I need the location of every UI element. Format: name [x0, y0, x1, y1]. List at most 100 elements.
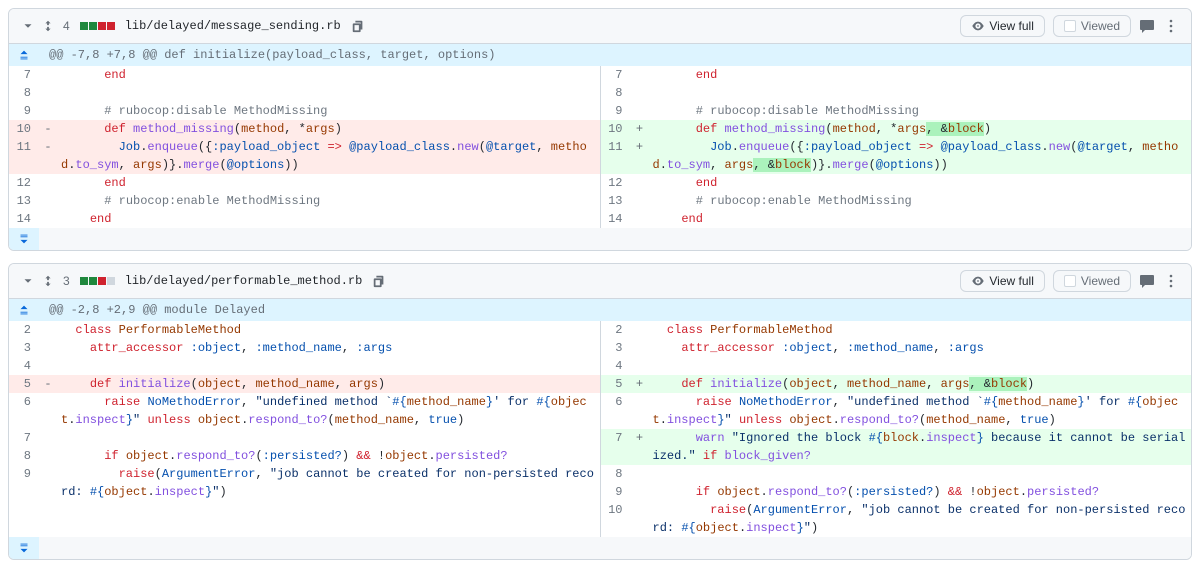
line-number[interactable]: 7 — [9, 429, 39, 447]
code-content[interactable]: def method_missing(method, *args) — [57, 120, 600, 138]
line-number[interactable]: 9 — [9, 102, 39, 120]
line-number[interactable]: 8 — [9, 447, 39, 465]
code-content[interactable]: # rubocop:enable MethodMissing — [57, 192, 600, 210]
chevron-down-icon[interactable] — [21, 274, 35, 288]
unfold-icon[interactable] — [41, 19, 55, 33]
code-content[interactable] — [649, 84, 1192, 102]
diff-marker — [631, 465, 649, 483]
line-number[interactable]: 8 — [9, 84, 39, 102]
code-content[interactable]: raise(ArgumentError, "job cannot be crea… — [649, 501, 1192, 537]
line-number[interactable]: 12 — [601, 174, 631, 192]
code-content[interactable]: end — [649, 210, 1192, 228]
kebab-icon[interactable] — [1163, 273, 1179, 289]
code-content[interactable]: raise(ArgumentError, "job cannot be crea… — [57, 465, 600, 501]
line-number[interactable]: 11 — [9, 138, 39, 174]
line-number[interactable]: 10 — [601, 120, 631, 138]
code-content[interactable]: attr_accessor :object, :method_name, :ar… — [57, 339, 600, 357]
diff-marker — [631, 483, 649, 501]
diff-marker — [39, 192, 57, 210]
line-number[interactable]: 7 — [601, 66, 631, 84]
diff-marker — [39, 339, 57, 357]
code-content[interactable]: end — [57, 66, 600, 84]
code-content[interactable]: # rubocop:enable MethodMissing — [649, 192, 1192, 210]
line-number[interactable]: 9 — [9, 465, 39, 501]
code-content[interactable]: Job.enqueue({:payload_object => @payload… — [649, 138, 1192, 174]
code-content[interactable]: if object.respond_to?(:persisted?) && !o… — [649, 483, 1192, 501]
viewed-toggle[interactable]: Viewed — [1053, 270, 1131, 292]
diff-left-side: 7 end 8 9 # rubocop:disable MethodMissin… — [9, 66, 601, 228]
comment-icon[interactable] — [1139, 18, 1155, 34]
line-number[interactable]: 4 — [9, 357, 39, 375]
viewed-toggle[interactable]: Viewed — [1053, 15, 1131, 37]
unfold-icon[interactable] — [41, 274, 55, 288]
file-path[interactable]: lib/delayed/message_sending.rb — [125, 19, 341, 33]
code-row: 14 end — [9, 210, 600, 228]
view-full-button[interactable]: View full — [960, 270, 1044, 292]
expand-down-button[interactable] — [9, 537, 39, 559]
line-number[interactable]: 5 — [601, 375, 631, 393]
line-number[interactable]: 12 — [9, 174, 39, 192]
code-content[interactable]: warn "Ignored the block #{block.inspect}… — [649, 429, 1192, 465]
view-full-button[interactable]: View full — [960, 15, 1044, 37]
code-content[interactable] — [57, 357, 600, 375]
line-number[interactable]: 5 — [9, 375, 39, 393]
code-content[interactable] — [57, 429, 600, 447]
code-content[interactable]: class PerformableMethod — [57, 321, 600, 339]
copy-icon[interactable] — [351, 19, 365, 33]
expand-up-button[interactable] — [9, 299, 39, 321]
code-content[interactable]: end — [57, 210, 600, 228]
line-number[interactable]: 7 — [601, 429, 631, 465]
code-content[interactable] — [649, 357, 1192, 375]
code-content[interactable] — [57, 84, 600, 102]
line-number[interactable]: 8 — [601, 84, 631, 102]
code-row: 12 end — [601, 174, 1192, 192]
diff-marker — [39, 210, 57, 228]
code-row: 2 class PerformableMethod — [9, 321, 600, 339]
code-content[interactable]: def initialize(object, method_name, args… — [57, 375, 600, 393]
file-path[interactable]: lib/delayed/performable_method.rb — [125, 274, 363, 288]
code-content[interactable]: def method_missing(method, *args, &block… — [649, 120, 1192, 138]
code-row: 5 - def initialize(object, method_name, … — [9, 375, 600, 393]
line-number[interactable]: 9 — [601, 102, 631, 120]
expand-down-button[interactable] — [9, 228, 39, 250]
code-content[interactable]: end — [57, 174, 600, 192]
line-number[interactable]: 14 — [9, 210, 39, 228]
code-content[interactable]: # rubocop:disable MethodMissing — [57, 102, 600, 120]
line-number[interactable]: 9 — [601, 483, 631, 501]
copy-icon[interactable] — [372, 274, 386, 288]
code-content[interactable]: end — [649, 174, 1192, 192]
code-content[interactable]: raise NoMethodError, "undefined method `… — [57, 393, 600, 429]
code-row: 7 — [9, 429, 600, 447]
line-number[interactable]: 2 — [9, 321, 39, 339]
line-number[interactable]: 14 — [601, 210, 631, 228]
code-content[interactable]: attr_accessor :object, :method_name, :ar… — [649, 339, 1192, 357]
line-number[interactable]: 10 — [601, 501, 631, 537]
code-content[interactable]: end — [649, 66, 1192, 84]
code-content[interactable]: def initialize(object, method_name, args… — [649, 375, 1192, 393]
line-number[interactable]: 4 — [601, 357, 631, 375]
line-number[interactable]: 13 — [601, 192, 631, 210]
code-content[interactable]: Job.enqueue({:payload_object => @payload… — [57, 138, 600, 174]
line-number[interactable]: 10 — [9, 120, 39, 138]
code-content[interactable]: # rubocop:disable MethodMissing — [649, 102, 1192, 120]
line-number[interactable]: 13 — [9, 192, 39, 210]
kebab-icon[interactable] — [1163, 18, 1179, 34]
line-number[interactable]: 8 — [601, 465, 631, 483]
code-content[interactable] — [649, 465, 1192, 483]
comment-icon[interactable] — [1139, 273, 1155, 289]
line-number[interactable]: 11 — [601, 138, 631, 174]
line-number[interactable]: 6 — [601, 393, 631, 429]
line-number[interactable]: 3 — [9, 339, 39, 357]
line-number[interactable]: 2 — [601, 321, 631, 339]
chevron-down-icon[interactable] — [21, 19, 35, 33]
diff-marker — [39, 393, 57, 429]
code-content[interactable]: class PerformableMethod — [649, 321, 1192, 339]
line-number[interactable]: 3 — [601, 339, 631, 357]
diff-marker: - — [39, 138, 57, 174]
line-number[interactable]: 6 — [9, 393, 39, 429]
code-content[interactable]: if object.respond_to?(:persisted?) && !o… — [57, 447, 600, 465]
line-number[interactable]: 7 — [9, 66, 39, 84]
expand-up-button[interactable] — [9, 44, 39, 66]
code-content[interactable]: raise NoMethodError, "undefined method `… — [649, 393, 1192, 429]
diff-marker — [39, 429, 57, 447]
